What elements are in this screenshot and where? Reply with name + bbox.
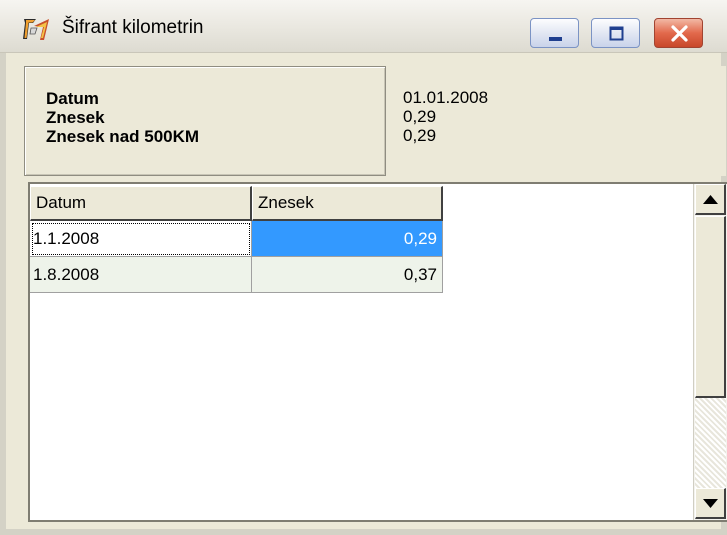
arrow-down-icon bbox=[696, 489, 725, 517]
value-datum: 01.01.2008 bbox=[403, 88, 488, 107]
scroll-down-button[interactable] bbox=[695, 488, 726, 519]
header-values-panel: 01.01.2008 0,29 0,29 bbox=[388, 66, 726, 176]
title-bar[interactable]: Šifrant kilometrin bbox=[0, 0, 727, 53]
minimize-button[interactable] bbox=[530, 18, 579, 48]
arrow-up-icon bbox=[696, 185, 725, 213]
label-znesek: Znesek bbox=[46, 108, 105, 127]
minimize-icon bbox=[531, 19, 580, 49]
label-datum: Datum bbox=[46, 89, 99, 108]
maximize-icon bbox=[592, 19, 641, 49]
label-znesek-nad-500km: Znesek nad 500KM bbox=[46, 127, 199, 146]
header-labels-panel: Datum Znesek Znesek nad 500KM bbox=[24, 66, 386, 176]
value-znesek: 0,29 bbox=[403, 107, 436, 126]
cell-datum[interactable]: 1.8.2008 bbox=[30, 257, 252, 293]
maximize-button[interactable] bbox=[591, 18, 640, 48]
cell-znesek[interactable]: 0,29 bbox=[252, 221, 443, 257]
app-logo-icon bbox=[22, 16, 52, 42]
window-title: Šifrant kilometrin bbox=[62, 17, 204, 39]
scroll-track[interactable] bbox=[695, 398, 726, 488]
column-header-datum[interactable]: Datum bbox=[30, 186, 252, 221]
vertical-scrollbar[interactable] bbox=[693, 184, 727, 520]
scroll-thumb[interactable] bbox=[695, 216, 726, 398]
column-header-znesek[interactable]: Znesek bbox=[252, 186, 443, 221]
close-icon bbox=[655, 19, 704, 49]
data-grid[interactable]: Datum Znesek 1.1.2008 0,29 1.8.2008 0,37 bbox=[28, 182, 727, 522]
cell-datum[interactable]: 1.1.2008 bbox=[30, 221, 252, 257]
scroll-up-button[interactable] bbox=[695, 184, 726, 215]
app-window: Šifrant kilometrin Datum Znesek Znesek n… bbox=[0, 0, 727, 535]
close-button[interactable] bbox=[654, 18, 703, 48]
cell-znesek[interactable]: 0,37 bbox=[252, 257, 443, 293]
value-znesek-nad-500km: 0,29 bbox=[403, 126, 436, 145]
